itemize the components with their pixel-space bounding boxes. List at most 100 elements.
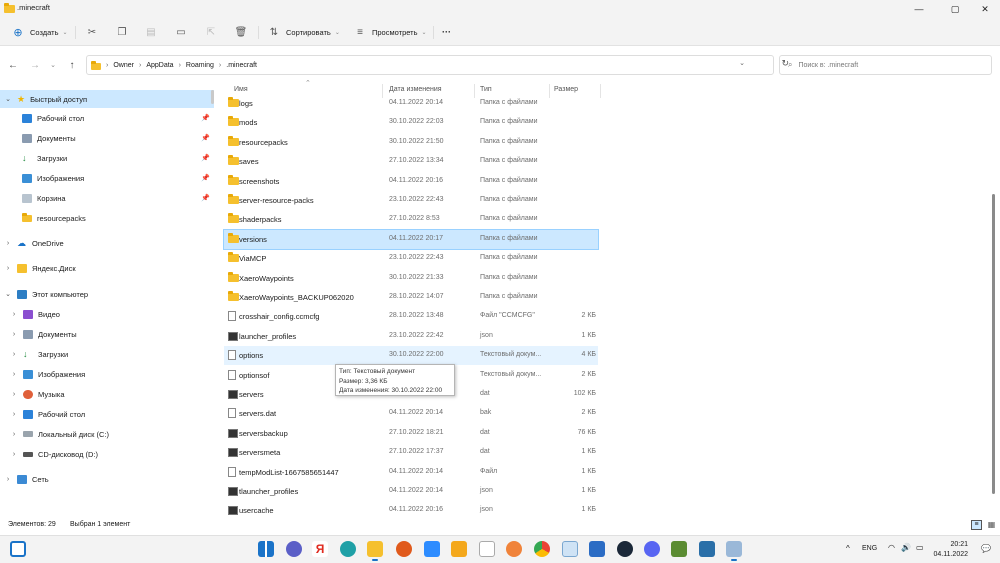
app-icon[interactable] xyxy=(451,541,467,557)
rename-button[interactable]: ▭ xyxy=(173,23,189,41)
file-row[interactable]: crosshair_config.ccmcfg 28.10.2022 13:48 Ф… xyxy=(224,307,598,326)
maximize-button[interactable]: ▢ xyxy=(939,0,971,18)
file-row[interactable]: XaeroWaypoints_BACKUP062020 28.10.2022 14… xyxy=(224,288,598,307)
sidebar-item-videos[interactable]: › Видео xyxy=(10,305,214,323)
steam-icon[interactable] xyxy=(617,541,633,557)
address-bar[interactable]: › Owner › AppData › Roaming › .minecraft… xyxy=(86,55,789,75)
sidebar-item-quick-access[interactable]: ⌄ ★ Быстрый доступ xyxy=(0,90,214,108)
tray-overflow-icon[interactable]: ^ xyxy=(846,544,850,553)
file-row[interactable]: shaderpacks 27.10.2022 8:53 Папка с файлам… xyxy=(224,210,598,229)
details-view-icon[interactable]: ≡ xyxy=(971,520,982,530)
file-row[interactable]: mods 30.10.2022 22:03 Папка с файлами xyxy=(224,113,598,132)
notification-icon[interactable]: 💬 xyxy=(981,544,991,553)
file-row[interactable]: servers.dat 04.11.2022 20:14 bak 2 КБ xyxy=(224,404,598,423)
photos-icon[interactable] xyxy=(699,541,715,557)
clock[interactable]: 20:21 04.11.2022 xyxy=(933,540,968,560)
chart-app-icon[interactable] xyxy=(562,541,578,557)
sidebar-item-pc-downloads[interactable]: › ↓ Загрузки xyxy=(10,345,214,363)
breadcrumb-roaming[interactable]: Roaming xyxy=(186,62,214,69)
file-explorer-icon[interactable] xyxy=(367,541,383,561)
sort-button[interactable]: ⇅ Сортировать ⌄ xyxy=(266,23,340,41)
sidebar-item-pictures[interactable]: Изображения 📌 xyxy=(22,169,214,187)
column-header-date[interactable]: Дата изменения xyxy=(389,86,442,93)
sidebar-item-pc-pictures[interactable]: › Изображения xyxy=(10,365,214,383)
sidebar-item-local-disk-c[interactable]: › Локальный диск (C:) xyxy=(10,425,214,443)
sidebar-item-yandex-disk[interactable]: › Яндекс.Диск xyxy=(4,259,214,277)
scrollbar-thumb[interactable] xyxy=(992,194,995,494)
forward-button[interactable]: → xyxy=(28,58,42,72)
tiles-view-icon[interactable]: ▦ xyxy=(986,520,997,530)
file-row[interactable]: ViaMCP 23.10.2022 22:43 Папка с файлами xyxy=(224,249,598,268)
sidebar-item-resourcepacks[interactable]: resourcepacks xyxy=(22,209,214,227)
language-indicator[interactable]: ENG xyxy=(862,545,877,552)
minimize-button[interactable]: — xyxy=(903,0,935,18)
notepad-icon[interactable] xyxy=(479,541,495,557)
file-row[interactable]: launcher_profiles 23.10.2022 22:42 json 1 К… xyxy=(224,327,598,346)
discord-icon[interactable] xyxy=(644,541,660,557)
sidebar-item-music[interactable]: › Музыка xyxy=(10,385,214,403)
sidebar-item-network[interactable]: › Сеть xyxy=(4,470,214,488)
file-row[interactable]: screenshots 04.11.2022 20:16 Папка с файла… xyxy=(224,172,598,191)
sidebar-item-this-pc[interactable]: ⌄ Этот компьютер xyxy=(4,285,214,303)
file-row[interactable]: server-resource-packs 23.10.2022 22:43 Пап… xyxy=(224,191,598,210)
word-icon[interactable] xyxy=(589,541,605,557)
sidebar-scrollbar[interactable] xyxy=(211,90,214,104)
file-row[interactable]: XaeroWaypoints 30.10.2022 21:33 Папка с фа… xyxy=(224,269,598,288)
file-row[interactable]: tempModList-1667585651447 04.11.2022 20:1… xyxy=(224,463,598,482)
view-button[interactable]: ≡ Просмотреть ⌄ xyxy=(352,23,426,41)
up-button[interactable]: ↑ xyxy=(65,58,79,72)
sidebar-item-recycle-bin[interactable]: Корзина 📌 xyxy=(22,189,214,207)
chrome-icon[interactable] xyxy=(534,541,550,557)
breadcrumb-appdata[interactable]: AppData xyxy=(146,62,173,69)
close-button[interactable]: ✕ xyxy=(969,0,1000,18)
sidebar-item-cd-drive-d[interactable]: › CD-дисковод (D:) xyxy=(10,445,214,463)
file-row[interactable]: logs 04.11.2022 20:14 Папка с файлами xyxy=(224,94,598,113)
cut-button[interactable]: ✂ xyxy=(84,23,100,41)
sidebar-item-pc-desktop[interactable]: › Рабочий стол xyxy=(10,405,214,423)
column-header-size[interactable]: Размер xyxy=(554,86,578,93)
yandex-browser-icon[interactable]: Я xyxy=(312,541,328,557)
breadcrumb-minecraft[interactable]: .minecraft xyxy=(226,62,257,69)
recent-button[interactable]: ⌄ xyxy=(46,58,60,72)
sidebar-item-downloads[interactable]: ↓ Загрузки 📌 xyxy=(22,149,214,167)
widgets-icon[interactable] xyxy=(10,541,26,557)
file-row[interactable]: resourcepacks 30.10.2022 21:50 Папка с фай… xyxy=(224,133,598,152)
edge-icon[interactable] xyxy=(340,541,356,557)
column-header-name[interactable]: Имя xyxy=(234,86,248,93)
column-divider[interactable] xyxy=(600,84,601,98)
battery-icon[interactable]: ▭ xyxy=(916,543,924,552)
app-icon[interactable] xyxy=(396,541,412,557)
file-row[interactable]: serversmeta 27.10.2022 17:37 dat 1 КБ xyxy=(224,443,598,462)
back-button[interactable]: ← xyxy=(6,58,20,72)
delete-button[interactable]: 🗑 xyxy=(233,23,249,41)
sidebar-item-onedrive[interactable]: › ☁ OneDrive xyxy=(4,234,214,252)
minecraft-icon[interactable] xyxy=(671,541,687,557)
app-icon[interactable] xyxy=(506,541,522,557)
file-row[interactable]: options 30.10.2022 22:00 Текстовый докум..… xyxy=(224,346,598,366)
start-icon[interactable] xyxy=(258,541,274,557)
file-row[interactable]: serversbackup 27.10.2022 18:21 dat 76 КБ xyxy=(224,424,598,443)
sidebar-item-pc-documents[interactable]: › Документы xyxy=(10,325,214,343)
create-button[interactable]: ⊕ Создать ⌄ xyxy=(10,23,67,41)
more-button[interactable]: ··· xyxy=(442,23,451,41)
volume-icon[interactable]: 🔊 xyxy=(901,543,911,552)
column-header-type[interactable]: Тип xyxy=(480,86,492,93)
file-row[interactable]: versions 04.11.2022 20:17 Папка с файлами xyxy=(223,228,599,250)
zoom-icon[interactable] xyxy=(424,541,440,557)
copy-button[interactable]: ❐ xyxy=(114,23,130,41)
chat-icon[interactable] xyxy=(286,541,302,557)
paste-button[interactable]: ▤ xyxy=(143,23,159,41)
file-row[interactable]: tlauncher_profiles 04.11.2022 20:14 json 1 … xyxy=(224,482,598,501)
sidebar-item-documents[interactable]: Документы 📌 xyxy=(22,129,214,147)
file-row[interactable]: saves 27.10.2022 13:34 Папка с файлами xyxy=(224,152,598,171)
file-size: 2 КБ xyxy=(581,409,596,417)
app-icon[interactable] xyxy=(726,541,742,561)
wifi-icon[interactable]: ◠ xyxy=(888,543,895,552)
sidebar-item-desktop[interactable]: Рабочий стол 📌 xyxy=(22,109,214,127)
share-button[interactable]: ⇱ xyxy=(203,23,219,41)
sidebar-item-label: resourcepacks xyxy=(37,213,86,223)
search-input[interactable]: ⌕ Поиск в: .minecraft xyxy=(779,55,992,75)
address-dropdown-icon[interactable]: ⌄ xyxy=(739,59,745,67)
file-list: ⌃ Имя Дата изменения Тип Размер logs 04.1… xyxy=(218,80,988,516)
breadcrumb-owner[interactable]: Owner xyxy=(113,62,134,69)
